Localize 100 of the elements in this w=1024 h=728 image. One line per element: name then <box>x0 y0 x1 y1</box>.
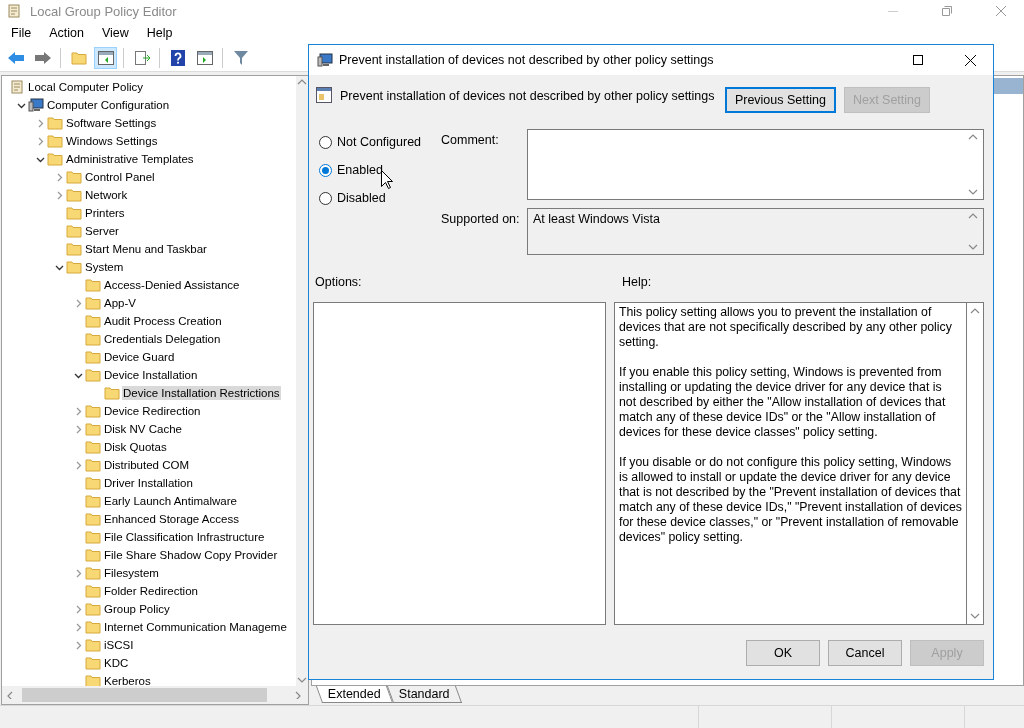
tree-item[interactable]: Filesystem <box>103 566 160 580</box>
setting-icon <box>316 87 332 103</box>
tree-item[interactable]: App-V <box>103 296 137 310</box>
menu-item[interactable]: File <box>2 26 41 40</box>
tree-item[interactable]: Local Computer Policy <box>27 80 145 94</box>
folder-icon <box>85 278 101 292</box>
tree-item[interactable]: Kerberos <box>103 674 152 686</box>
folder-icon <box>85 332 101 346</box>
scroll-down-icon[interactable] <box>970 612 980 620</box>
folder-icon <box>47 134 63 148</box>
folder-icon <box>85 296 101 310</box>
radio-option[interactable]: Disabled <box>319 189 441 207</box>
comment-field[interactable] <box>527 129 984 200</box>
policy-icon <box>317 52 333 68</box>
tree-item[interactable]: Early Launch Antimalware <box>103 494 238 508</box>
radio-button[interactable] <box>319 163 332 177</box>
tree-item[interactable]: Control Panel <box>84 170 156 184</box>
restore-icon <box>942 6 952 16</box>
view-tab[interactable]: Extended <box>315 686 393 703</box>
tree-item[interactable]: Credentials Delegation <box>103 332 222 346</box>
scroll-icon <box>9 79 25 95</box>
tree-item[interactable]: Device Redirection <box>103 404 202 418</box>
radio-button[interactable] <box>319 135 332 149</box>
computer-icon <box>28 97 44 113</box>
menu-item[interactable]: Help <box>137 26 182 40</box>
folder-icon <box>66 242 82 256</box>
tree-item[interactable]: File Share Shadow Copy Provider <box>103 548 279 562</box>
scroll-up-icon[interactable] <box>970 307 980 315</box>
folder-icon <box>85 404 101 418</box>
dialog-button[interactable]: Cancel <box>828 640 902 666</box>
section-label: Options: <box>315 275 363 289</box>
tree-item[interactable]: Disk Quotas <box>103 440 168 454</box>
tree-item[interactable]: System <box>84 260 125 274</box>
tree-item[interactable]: Printers <box>84 206 126 220</box>
setting-name: Prevent installation of devices not described by other policy settings <box>340 89 716 103</box>
folder-icon <box>85 566 101 580</box>
scroll-down-icon[interactable] <box>968 243 978 251</box>
tree-item[interactable]: Software Settings <box>65 116 158 130</box>
tree-item[interactable]: Administrative Templates <box>65 152 195 166</box>
radio-option[interactable]: Enabled <box>319 161 441 179</box>
scroll-up-icon[interactable] <box>968 133 978 141</box>
scroll-icon <box>6 3 22 19</box>
scroll-down-icon[interactable] <box>297 676 307 684</box>
help-paragraph: If you disable or do not configure this policy setting, Windows is allowed to install or update the device driver for any device that is not described by the "Prevent installation of devices that match any of these device IDs," "Prevent installation of devices for these device classes," or "Prevent installation of removable devices" policy setting. <box>619 455 962 545</box>
tree-item[interactable]: File Classification Infrastructure <box>103 530 266 544</box>
folder-icon <box>66 206 82 220</box>
vertical-scrollbar[interactable] <box>296 76 308 686</box>
folder-icon <box>104 386 120 400</box>
tree-item[interactable]: Group Policy <box>103 602 171 616</box>
scroll-up-icon[interactable] <box>968 212 978 220</box>
scroll-down-icon[interactable] <box>968 188 978 196</box>
tree-item[interactable]: Driver Installation <box>103 476 194 490</box>
tree-item[interactable]: Disk NV Cache <box>103 422 183 436</box>
folder-icon <box>85 602 101 616</box>
radio-button[interactable] <box>319 191 332 205</box>
tree-item[interactable]: Network <box>84 188 129 202</box>
tree-item[interactable]: Server <box>84 224 120 238</box>
show-tree-button[interactable] <box>94 46 117 69</box>
minimize-icon <box>888 10 898 12</box>
tree-item[interactable]: Device Installation <box>103 368 199 382</box>
menu-item[interactable]: View <box>92 26 138 40</box>
tree-item[interactable]: Computer Configuration <box>46 98 171 112</box>
tree-item[interactable]: Start Menu and Taskbar <box>84 242 208 256</box>
tree-item[interactable]: iSCSI <box>103 638 135 652</box>
scroll-up-icon[interactable] <box>297 78 307 86</box>
folder-icon <box>85 512 101 526</box>
folder-icon <box>66 170 82 184</box>
folder-icon <box>85 368 101 382</box>
supported-on-field: At least Windows Vista <box>527 208 984 255</box>
help-icon <box>170 49 185 66</box>
folder-icon <box>70 50 87 65</box>
tree-item[interactable]: Device Guard <box>103 350 176 364</box>
tree-item[interactable]: Audit Process Creation <box>103 314 223 328</box>
folder-icon <box>85 530 101 544</box>
horizontal-scrollbar[interactable] <box>2 686 308 704</box>
folder-icon <box>47 152 63 166</box>
dialog-title: Prevent installation of devices not described by other policy settings <box>339 53 715 67</box>
folder-icon <box>85 314 101 328</box>
menu-item[interactable]: Action <box>40 26 93 40</box>
dialog-button[interactable]: OK <box>746 640 820 666</box>
folder-icon <box>47 116 63 130</box>
folder-icon <box>85 638 101 652</box>
tree-item[interactable]: Access-Denied Assistance <box>103 278 241 292</box>
tree-item[interactable]: Distributed COM <box>103 458 190 472</box>
maximize-icon <box>913 55 923 65</box>
folder-icon <box>85 548 101 562</box>
view-tab[interactable]: Standard <box>386 686 462 703</box>
section-label: Help: <box>622 275 652 289</box>
nav-button[interactable]: Previous Setting <box>724 87 836 113</box>
tree-item[interactable]: Device Installation Restrictions <box>122 386 281 400</box>
tree-item[interactable]: Folder Redirection <box>103 584 199 598</box>
folder-icon <box>85 422 101 436</box>
tree-item[interactable]: Internet Communication Manageme <box>103 620 288 634</box>
help-paragraph: If you enable this policy setting, Windows is prevented from installing or updating the device driver for any device that is not described by either the "Allow installation of devices that match any of these device IDs" or the "Allow installation of devices for these device classes" policy setting. <box>619 365 947 440</box>
tree-item[interactable]: Enhanced Storage Access <box>103 512 240 526</box>
tree-item[interactable]: KDC <box>103 656 130 670</box>
field-label: Comment: <box>441 132 500 149</box>
radio-option[interactable]: Not Configured <box>319 133 441 151</box>
help-paragraph: This policy setting allows you to prevent the installation of devices that are not specifically described by any other policy setting. <box>619 305 953 350</box>
tree-item[interactable]: Windows Settings <box>65 134 159 148</box>
